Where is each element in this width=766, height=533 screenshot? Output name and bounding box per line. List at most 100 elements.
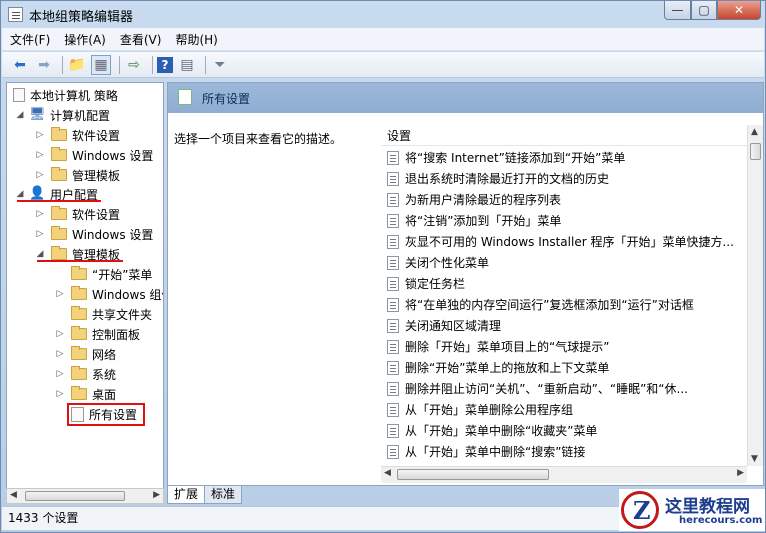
- list-item[interactable]: 删除“开始”菜单上的拖放和上下文菜单: [387, 357, 609, 378]
- tree-system[interactable]: 系统: [71, 364, 116, 384]
- computer-config-label: 计算机配置: [50, 108, 111, 123]
- tree-uc-software[interactable]: 软件设置: [51, 204, 120, 224]
- list-item[interactable]: 锁定任务栏: [387, 273, 465, 294]
- tree-start-menu[interactable]: “开始”菜单: [71, 264, 152, 284]
- list-item[interactable]: 删除并阻止访问“关机”、“重新启动”、“睡眠”和“休...: [387, 378, 688, 399]
- menu-view[interactable]: 查看(V): [120, 31, 162, 48]
- collapse-arrow-icon[interactable]: ◢: [35, 249, 45, 259]
- folder-icon: [71, 306, 87, 320]
- scroll-thumb[interactable]: [750, 143, 761, 160]
- export-list-icon[interactable]: ⇨: [124, 55, 144, 75]
- watermark-logo: [621, 491, 659, 529]
- list-item[interactable]: 从「开始」菜单中删除“收藏夹”菜单: [387, 420, 597, 441]
- tree-cc-software[interactable]: 软件设置: [51, 125, 120, 145]
- tree-cc-windows[interactable]: Windows 设置: [51, 145, 153, 165]
- expand-arrow-icon[interactable]: ▷: [55, 349, 65, 359]
- menu-bar: 文件(F) 操作(A) 查看(V) 帮助(H): [2, 28, 764, 51]
- tree-shared-folders[interactable]: 共享文件夹: [71, 304, 152, 324]
- description-text: 选择一个项目来查看它的描述。: [174, 132, 343, 146]
- close-button[interactable]: ✕: [717, 1, 761, 20]
- scroll-thumb[interactable]: [397, 469, 549, 480]
- menu-action[interactable]: 操作(A): [64, 31, 106, 48]
- list-item-label: 将“注销”添加到「开始」菜单: [405, 214, 562, 228]
- list-item[interactable]: 从「开始」菜单中删除“搜索”链接: [387, 441, 585, 462]
- tree-label: 管理模板: [72, 168, 121, 183]
- list-item-label: 灰显不可用的 Windows Installer 程序「开始」菜单快捷方...: [405, 235, 734, 249]
- menu-file[interactable]: 文件(F): [10, 31, 50, 48]
- scroll-up-icon[interactable]: ▲: [751, 127, 758, 137]
- tab-standard[interactable]: 标准: [204, 486, 243, 504]
- help-icon[interactable]: ?: [157, 56, 173, 73]
- window-controls: — ▢ ✕: [664, 1, 761, 21]
- list-item[interactable]: 将“注销”添加到「开始」菜单: [387, 210, 561, 231]
- column-header-settings[interactable]: 设置: [381, 126, 747, 146]
- details-pane: 所有设置 选择一个项目来查看它的描述。 设置 将“搜索 Internet”链接添…: [167, 82, 764, 486]
- expand-arrow-icon[interactable]: ▷: [35, 150, 45, 160]
- list-item[interactable]: 删除「开始」菜单项目上的“气球提示”: [387, 336, 609, 357]
- list-item[interactable]: 从「开始」菜单删除公用程序组: [387, 399, 573, 420]
- list-item[interactable]: 关闭通知区域清理: [387, 315, 501, 336]
- list-item-label: 从「开始」菜单中删除“搜索”链接: [405, 445, 586, 459]
- window-title: 本地组策略编辑器: [29, 10, 134, 25]
- expand-arrow-icon[interactable]: ▷: [55, 389, 65, 399]
- list-vertical-scrollbar[interactable]: ▲ ▼: [747, 125, 763, 466]
- folder-icon: [51, 206, 67, 220]
- tree-computer-config[interactable]: 🖥 计算机配置: [29, 105, 110, 125]
- expand-arrow-icon[interactable]: ▷: [35, 170, 45, 180]
- list-item[interactable]: 将“在单独的内存空间运行”复选框添加到“运行”对话框: [387, 294, 694, 315]
- view-tabs: 扩展 标准: [167, 486, 243, 504]
- tree-control-panel[interactable]: 控制面板: [71, 324, 140, 344]
- tree-root[interactable]: 本地计算机 策略: [13, 85, 118, 105]
- tree-label: 网络: [92, 347, 117, 362]
- collapse-arrow-icon[interactable]: ◢: [15, 110, 25, 120]
- list-item[interactable]: 灰显不可用的 Windows Installer 程序「开始」菜单快捷方...: [387, 231, 734, 252]
- tree-windows-components[interactable]: Windows 组件: [71, 284, 163, 304]
- folder-icon: [71, 366, 87, 380]
- scroll-down-icon[interactable]: ▼: [751, 454, 758, 464]
- scroll-thumb[interactable]: [25, 491, 125, 501]
- tree-uc-windows[interactable]: Windows 设置: [51, 224, 153, 244]
- list-item[interactable]: 为新用户清除最近的程序列表: [387, 189, 561, 210]
- expand-arrow-icon[interactable]: ▷: [55, 289, 65, 299]
- list-item[interactable]: 退出系统时清除最近打开的文档的历史: [387, 168, 609, 189]
- tree-cc-admin[interactable]: 管理模板: [51, 165, 120, 185]
- expand-arrow-icon[interactable]: ▷: [35, 209, 45, 219]
- details-header: 所有设置: [168, 83, 763, 113]
- tab-extended[interactable]: 扩展: [167, 486, 206, 504]
- expand-arrow-icon[interactable]: ▷: [55, 329, 65, 339]
- minimize-button[interactable]: —: [664, 1, 691, 20]
- folder-icon: [51, 226, 67, 240]
- scroll-left-icon[interactable]: ◀: [384, 468, 391, 478]
- policy-icon: [387, 171, 399, 186]
- expand-arrow-icon[interactable]: ▷: [55, 369, 65, 379]
- forward-icon[interactable]: ➡: [34, 55, 54, 75]
- properties-icon[interactable]: ▤: [177, 55, 197, 75]
- tree-label: 共享文件夹: [92, 307, 153, 322]
- collapse-arrow-icon[interactable]: ◢: [15, 189, 25, 199]
- show-hide-tree-icon[interactable]: ▦: [91, 54, 111, 75]
- scroll-right-icon[interactable]: ▶: [737, 468, 744, 478]
- tree-pane[interactable]: 本地计算机 策略 ◢ 🖥 计算机配置 ▷ 软件设置 ▷ Windows 设置 ▷…: [6, 82, 164, 503]
- policy-document-icon: [13, 88, 25, 102]
- scroll-left-icon[interactable]: ◀: [10, 490, 17, 500]
- back-icon[interactable]: ⬅: [10, 55, 30, 75]
- expand-arrow-icon[interactable]: ▷: [35, 130, 45, 140]
- tree-desktop[interactable]: 桌面: [71, 384, 116, 404]
- list-item[interactable]: 关闭个性化菜单: [387, 252, 489, 273]
- tree-network[interactable]: 网络: [71, 344, 116, 364]
- expand-arrow-icon[interactable]: ▷: [35, 229, 45, 239]
- maximize-button[interactable]: ▢: [691, 1, 717, 20]
- up-folder-icon[interactable]: 📁: [67, 55, 87, 75]
- settings-list-icon: [178, 89, 192, 105]
- policy-icon: [387, 444, 399, 459]
- list-item[interactable]: 将“搜索 Internet”链接添加到“开始”菜单: [387, 147, 625, 168]
- folder-icon: [51, 127, 67, 141]
- folder-icon: [51, 147, 67, 161]
- scroll-right-icon[interactable]: ▶: [153, 490, 160, 500]
- list-horizontal-scrollbar[interactable]: ◀ ▶: [381, 466, 747, 483]
- tree-horizontal-scrollbar[interactable]: ◀ ▶: [6, 488, 164, 504]
- filter-icon[interactable]: ⏷: [210, 55, 230, 75]
- policy-icon: [387, 318, 399, 333]
- menu-help[interactable]: 帮助(H): [175, 31, 217, 48]
- list-item-label: 从「开始」菜单中删除“收藏夹”菜单: [405, 424, 598, 438]
